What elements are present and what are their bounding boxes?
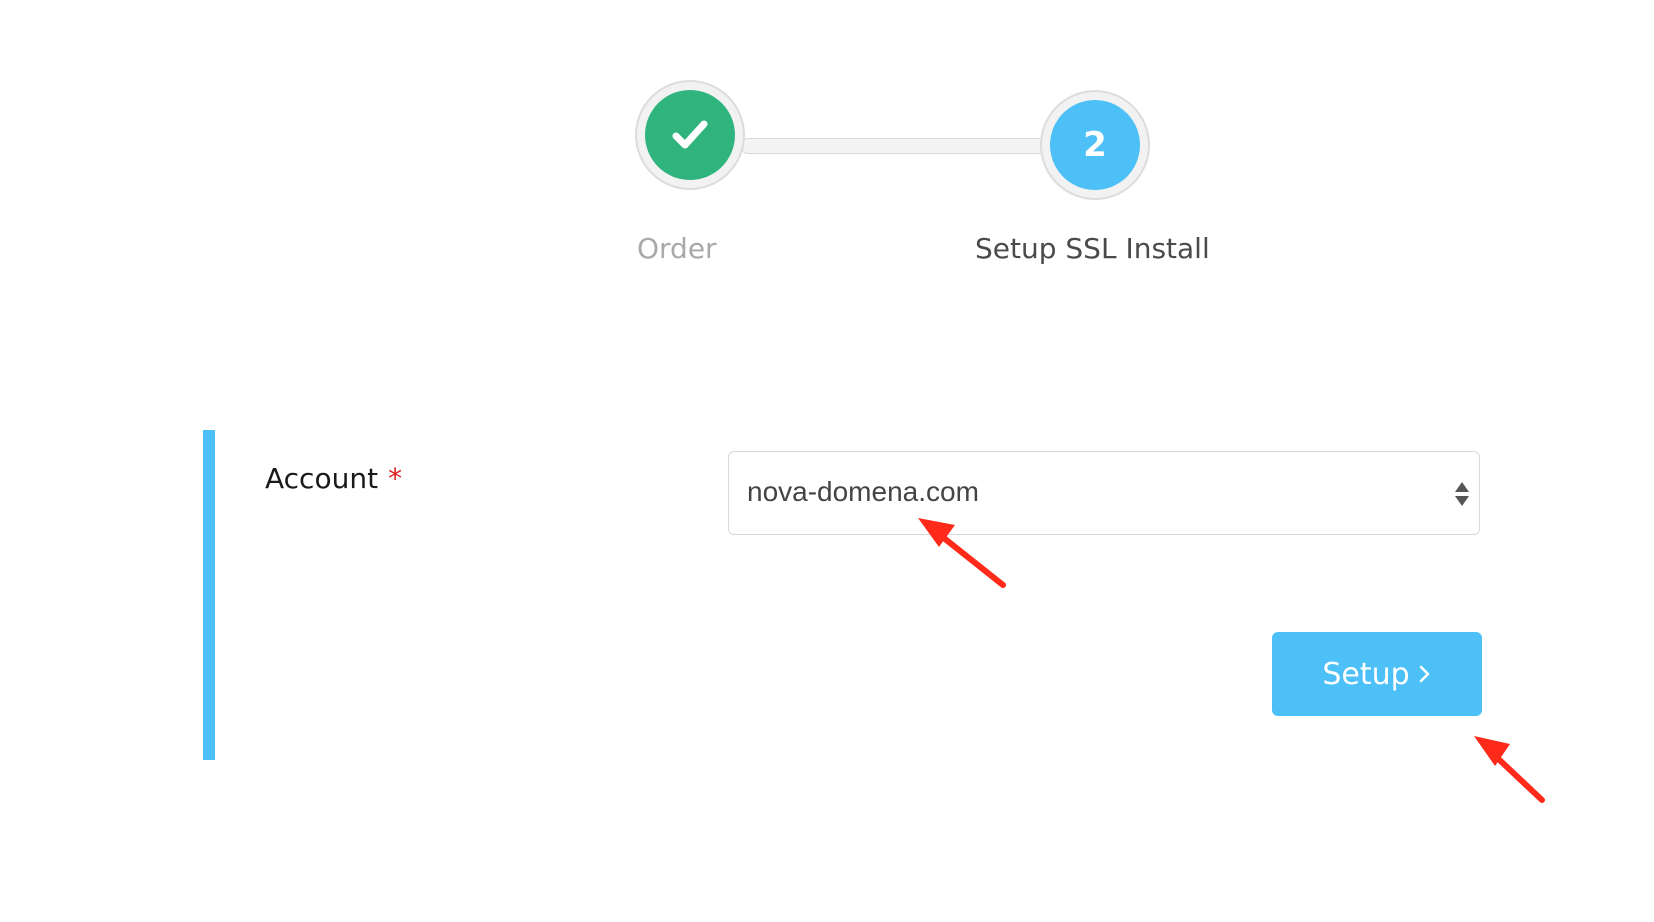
account-label: Account * bbox=[265, 462, 402, 495]
account-select[interactable]: nova-domena.com bbox=[728, 451, 1480, 535]
checkmark-icon bbox=[672, 120, 708, 149]
progress-stepper: 2 Order Setup SSL Install bbox=[0, 0, 1654, 300]
step-order-circle bbox=[645, 90, 735, 180]
step-setup-ssl-circle: 2 bbox=[1050, 100, 1140, 190]
account-select-value: nova-domena.com bbox=[747, 476, 979, 507]
setup-form-panel: Account * nova-domena.com Setup bbox=[203, 430, 1493, 760]
step-setup-ssl: 2 bbox=[1040, 90, 1150, 200]
step-order-label: Order bbox=[637, 232, 717, 265]
required-mark: * bbox=[388, 462, 403, 495]
step-connector bbox=[740, 138, 1046, 154]
panel-accent-bar bbox=[203, 430, 215, 760]
step-setup-ssl-label: Setup SSL Install bbox=[975, 232, 1210, 265]
chevron-right-icon bbox=[1419, 665, 1429, 683]
step-number: 2 bbox=[1083, 125, 1107, 165]
select-arrows-icon bbox=[1455, 482, 1469, 506]
setup-button[interactable]: Setup bbox=[1272, 632, 1482, 716]
step-order bbox=[635, 80, 745, 190]
account-label-text: Account bbox=[265, 462, 379, 495]
setup-button-label: Setup bbox=[1322, 656, 1410, 692]
